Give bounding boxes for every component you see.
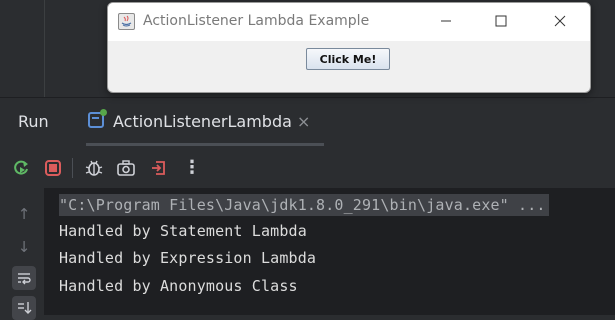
scroll-up-icon[interactable]: ↑	[12, 202, 36, 226]
close-window-icon[interactable]	[550, 11, 570, 31]
debug-icon[interactable]	[82, 156, 106, 180]
click-me-button[interactable]: Click Me!	[306, 48, 390, 70]
console-gutter: ↑ ↓	[0, 188, 44, 320]
stop-icon[interactable]	[41, 156, 65, 180]
run-panel-title: Run	[18, 112, 49, 131]
console-command-line: "C:\Program Files\Java\jdk1.8.0_291\bin\…	[59, 194, 549, 216]
run-toolbar: ⋮	[0, 146, 615, 188]
ide-window: Run ActionListenerLambda × ⋮ ↑ ↓ "C:\Pro…	[0, 0, 615, 320]
console-line: Handled by Statement Lambda	[59, 222, 307, 240]
more-icon[interactable]: ⋮	[180, 156, 204, 180]
tab-action-listener-lambda[interactable]: ActionListenerLambda ×	[86, 104, 324, 146]
scroll-to-end-icon[interactable]	[12, 296, 36, 320]
exit-icon[interactable]	[147, 156, 171, 180]
console-line: Handled by Anonymous Class	[59, 277, 298, 295]
running-indicator-icon	[100, 109, 107, 116]
run-config-icon	[88, 109, 107, 128]
scroll-down-icon[interactable]: ↓	[12, 235, 36, 259]
rerun-icon[interactable]	[9, 156, 33, 180]
minimize-icon[interactable]	[436, 11, 456, 31]
toolbar-separator	[72, 158, 73, 178]
gutter-divider	[44, 0, 45, 98]
maximize-icon[interactable]	[491, 11, 511, 31]
swing-window-title: ActionListener Lambda Example	[143, 13, 370, 29]
close-tab-icon[interactable]: ×	[297, 112, 310, 131]
soft-wrap-icon[interactable]	[12, 266, 36, 290]
java-app-icon	[118, 13, 135, 30]
screenshot-icon[interactable]	[114, 156, 138, 180]
tab-label: ActionListenerLambda	[113, 112, 292, 131]
console-line: Handled by Expression Lambda	[59, 249, 317, 267]
swing-title-bar: ActionListener Lambda Example	[108, 3, 590, 41]
swing-app-window: ActionListener Lambda Example Click Me!	[107, 2, 591, 93]
